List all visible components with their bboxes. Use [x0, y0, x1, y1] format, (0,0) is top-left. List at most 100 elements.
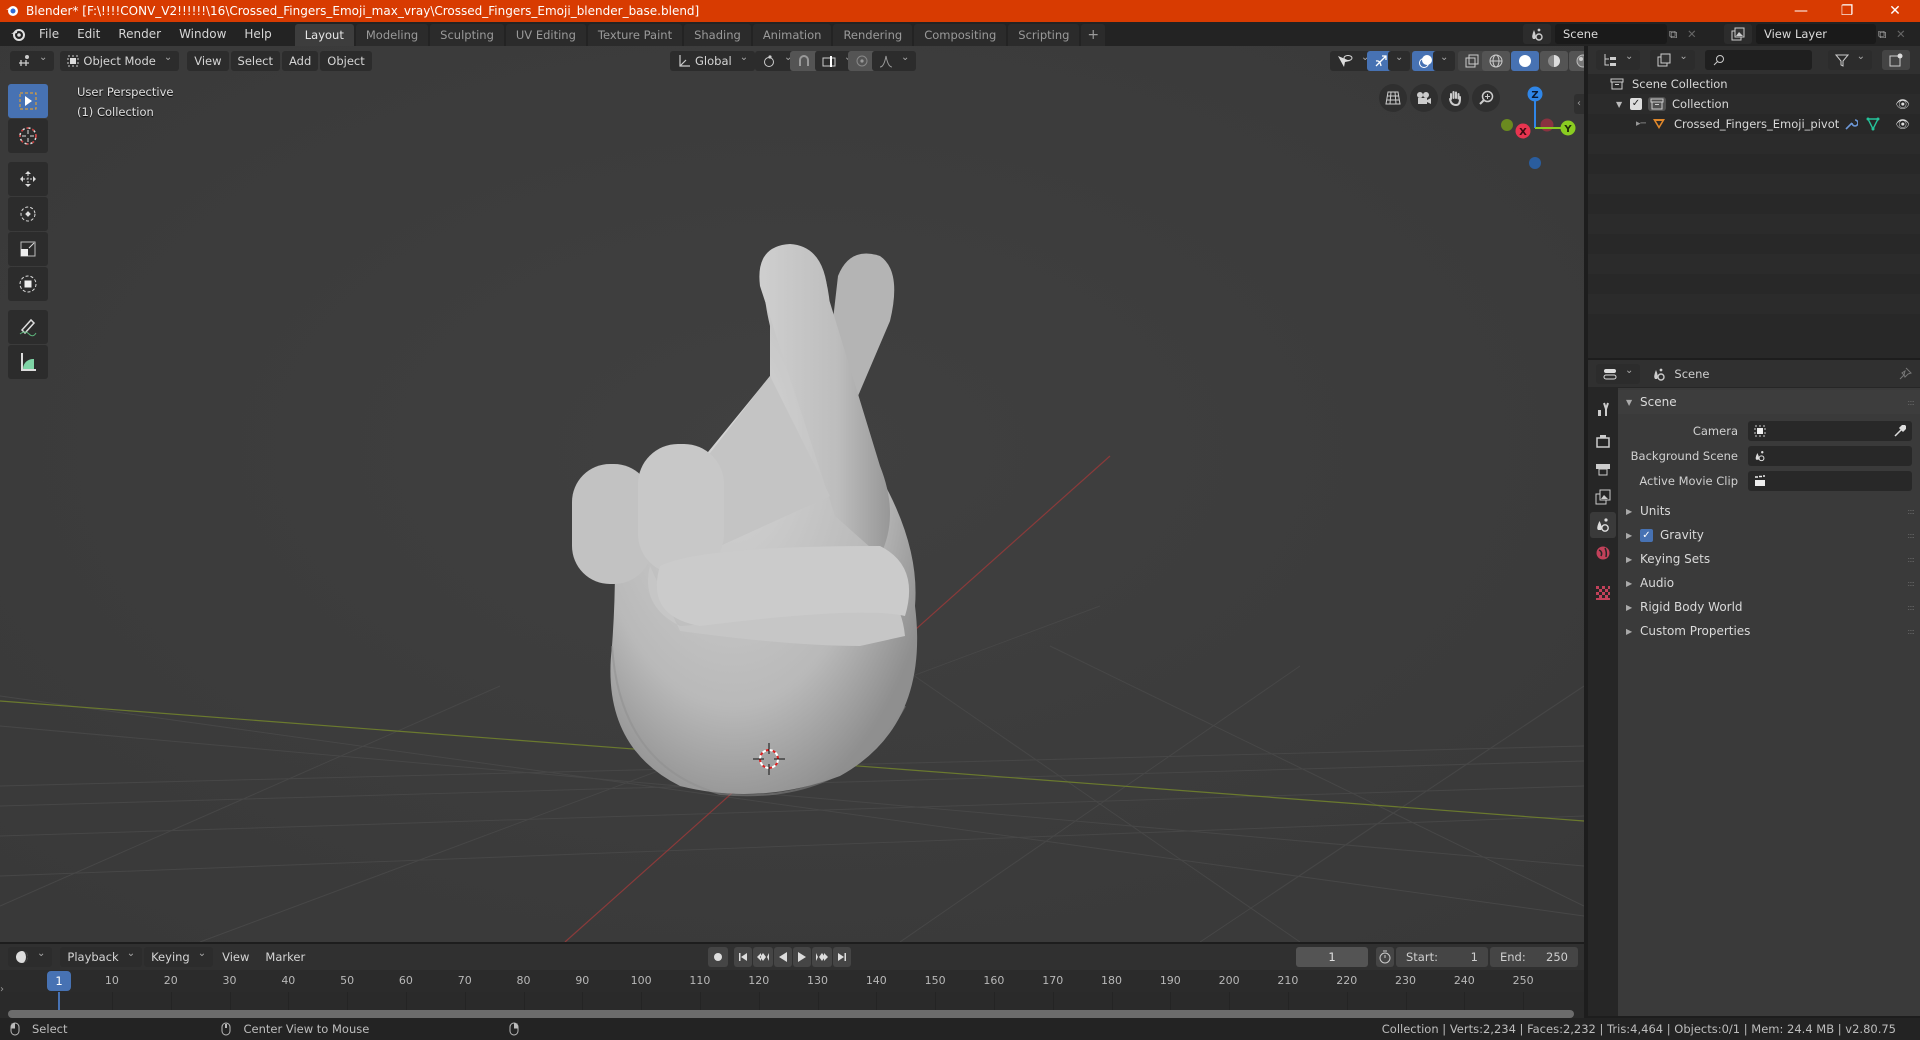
menu-render[interactable]: Render — [109, 24, 170, 44]
viewport-menu-select[interactable]: Select — [230, 51, 281, 71]
gravity-panel-header[interactable]: ▶ ✓ Gravity :::: — [1618, 523, 1920, 547]
transform-orientation-dropdown[interactable]: Global — [670, 51, 756, 71]
viewport-menu-view[interactable]: View — [187, 51, 229, 71]
tab-texture-paint[interactable]: Texture Paint — [587, 24, 683, 46]
prev-keyframe-button[interactable] — [753, 947, 773, 967]
tab-sculpting[interactable]: Sculpting — [430, 24, 504, 46]
gizmo-neg-x[interactable] — [1540, 118, 1554, 132]
tool-annotate[interactable] — [8, 310, 48, 344]
outliner-editor-type-button[interactable] — [1596, 50, 1641, 70]
camera-field[interactable] — [1748, 420, 1912, 441]
active-movie-clip-field[interactable] — [1748, 470, 1912, 491]
jump-end-button[interactable] — [833, 947, 851, 967]
menu-window[interactable]: Window — [170, 24, 235, 44]
drag-grip-icon[interactable]: :::: — [1907, 531, 1915, 540]
tool-scale[interactable] — [8, 232, 48, 266]
gravity-checkbox[interactable]: ✓ — [1640, 528, 1653, 542]
maximize-button[interactable]: ❐ — [1824, 0, 1870, 22]
auto-keying-button[interactable] — [708, 947, 728, 967]
gizmo-neg-y[interactable] — [1501, 119, 1513, 131]
timeline-track-area[interactable] — [0, 992, 1584, 1020]
tab-view-layer[interactable] — [1590, 484, 1616, 510]
timeline-view-menu[interactable]: View — [215, 947, 256, 967]
pan-view-button[interactable] — [1441, 84, 1469, 112]
toggle-ortho-button[interactable] — [1379, 84, 1407, 112]
audio-panel-header[interactable]: ▶ Audio :::: — [1618, 571, 1920, 595]
outliner-row-collection[interactable]: ▼ ✓ Collection 👁 — [1588, 94, 1920, 114]
shading-rendered-button[interactable] — [1569, 51, 1584, 71]
playhead-line[interactable] — [58, 992, 60, 1010]
snap-toggle[interactable] — [790, 51, 818, 71]
minimize-button[interactable]: — — [1778, 0, 1824, 22]
menu-file[interactable]: File — [30, 24, 68, 44]
proportional-falloff-dropdown[interactable] — [872, 51, 917, 71]
view-layer-browse-button[interactable] — [1724, 24, 1752, 44]
tool-cursor[interactable] — [8, 119, 48, 153]
drag-grip-icon[interactable]: :::: — [1907, 555, 1915, 564]
outliner-search-input[interactable] — [1704, 50, 1812, 70]
navigation-gizmo[interactable]: Z Y X — [1490, 81, 1580, 171]
add-workspace-button[interactable]: + — [1081, 24, 1106, 46]
drag-grip-icon[interactable]: :::: — [1907, 507, 1915, 516]
overlays-dropdown[interactable] — [1433, 51, 1455, 71]
tab-output[interactable] — [1590, 456, 1616, 482]
shading-wireframe-button[interactable] — [1482, 51, 1510, 71]
close-button[interactable]: ✕ — [1872, 0, 1918, 22]
tool-transform[interactable] — [8, 267, 48, 301]
tab-tool[interactable] — [1590, 396, 1616, 422]
timeline-editor-type-button[interactable] — [8, 947, 53, 967]
marker-menu[interactable]: Marker — [258, 947, 312, 967]
viewport-menu-object[interactable]: Object — [320, 51, 372, 71]
jump-start-button[interactable] — [734, 947, 752, 967]
tool-select-box[interactable] — [8, 84, 48, 118]
properties-editor-type-button[interactable] — [1596, 363, 1641, 384]
drag-grip-icon[interactable]: :::: — [1907, 398, 1915, 407]
scene-browse-button[interactable] — [1523, 24, 1551, 44]
timeline-channels-toggle-icon[interactable]: › — [0, 984, 4, 995]
drag-grip-icon[interactable]: :::: — [1907, 603, 1915, 612]
playback-menu[interactable]: Playback — [60, 947, 143, 967]
camera-view-button[interactable] — [1410, 84, 1438, 112]
expand-arrow-icon[interactable]: ▼ — [1616, 100, 1630, 109]
end-frame-field[interactable]: End: 250 — [1490, 947, 1578, 967]
tab-world[interactable] — [1590, 540, 1616, 566]
shading-material-button[interactable] — [1540, 51, 1568, 71]
view-layer-delete-icon[interactable]: ✕ — [1896, 27, 1910, 41]
play-reverse-button[interactable] — [774, 947, 792, 967]
view-layer-new-icon[interactable]: ⧉ — [1878, 27, 1894, 42]
background-scene-field[interactable] — [1748, 445, 1912, 466]
playhead-frame-badge[interactable]: 1 — [47, 971, 71, 991]
tab-texture[interactable] — [1590, 580, 1616, 606]
modifier-wrench-icon[interactable] — [1844, 117, 1858, 131]
editor-type-button[interactable] — [10, 51, 55, 71]
sidebar-toggle-icon[interactable]: ‹ — [1574, 94, 1584, 114]
object-mode-dropdown[interactable]: Object Mode — [60, 51, 180, 71]
start-frame-field[interactable]: Start: 1 — [1396, 947, 1488, 967]
tab-uv-editing[interactable]: UV Editing — [505, 24, 586, 46]
tab-scripting[interactable]: Scripting — [1008, 24, 1080, 46]
mesh-data-icon[interactable] — [1866, 117, 1880, 131]
blender-menu-icon[interactable] — [4, 27, 30, 42]
scene-new-icon[interactable]: ⧉ — [1669, 27, 1685, 42]
tool-measure[interactable] — [8, 345, 48, 379]
current-frame-field[interactable]: 1 — [1296, 947, 1368, 967]
new-collection-button[interactable] — [1882, 50, 1910, 70]
tab-animation[interactable]: Animation — [752, 24, 832, 46]
scene-delete-icon[interactable]: ✕ — [1687, 27, 1701, 41]
scene-name-field[interactable]: Scene — [1555, 24, 1667, 44]
keying-menu[interactable]: Keying — [144, 947, 214, 967]
gizmo-neg-z[interactable] — [1529, 157, 1541, 169]
tool-move[interactable] — [8, 162, 48, 196]
viewport-menu-add[interactable]: Add — [282, 51, 319, 71]
tool-rotate[interactable] — [8, 197, 48, 231]
visibility-eye-icon[interactable]: 👁 — [1895, 97, 1910, 111]
outliner-row-scene-collection[interactable]: Scene Collection — [1588, 74, 1920, 94]
keying-sets-panel-header[interactable]: ▶ Keying Sets :::: — [1618, 547, 1920, 571]
rigid-body-world-panel-header[interactable]: ▶ Rigid Body World :::: — [1618, 595, 1920, 619]
frame-ruler[interactable]: 10 20 30 40 50 60 70 80 90 100 110 120 130 140 150 160 1… — [0, 970, 1584, 992]
pin-icon[interactable] — [1898, 367, 1912, 381]
timeline-scrollbar[interactable] — [8, 1010, 1574, 1018]
tab-render[interactable] — [1590, 428, 1616, 454]
menu-edit[interactable]: Edit — [68, 24, 109, 44]
outliner-row-object[interactable]: ▸─ Crossed_Fingers_Emoji_pivot 👁 — [1588, 114, 1920, 134]
